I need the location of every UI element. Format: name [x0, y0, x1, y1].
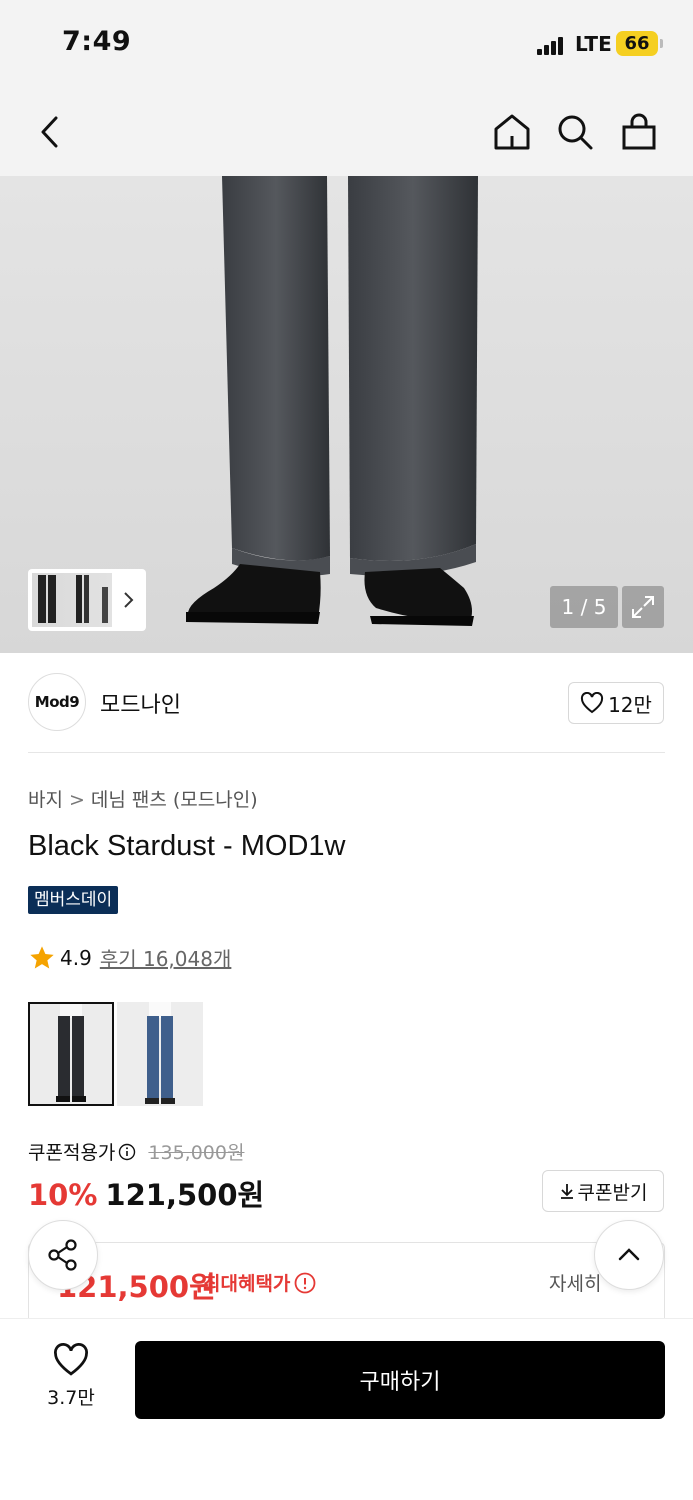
info-icon[interactable]	[294, 1272, 316, 1294]
battery-icon: 66	[616, 31, 663, 56]
chevron-right-icon	[124, 592, 134, 608]
product-title: Black Stardust - MOD1w	[28, 830, 346, 862]
chevron-up-icon	[618, 1248, 640, 1261]
home-icon	[494, 114, 530, 150]
thumbnail-image	[32, 573, 112, 627]
max-benefit-label: 최대혜택가	[203, 1269, 316, 1296]
black-jeans-thumbnail	[30, 1004, 112, 1104]
discount-rate: 10%	[28, 1178, 98, 1212]
brand-name[interactable]: 모드나인	[100, 687, 181, 719]
coupon-price-text: 쿠폰적용가	[28, 1142, 116, 1164]
price-row: 10% 121,500원	[28, 1172, 264, 1214]
breadcrumb-separator-icon: >	[68, 789, 85, 811]
wishlist-button[interactable]: 3.7만	[36, 1343, 106, 1410]
share-button[interactable]	[28, 1220, 98, 1290]
divider	[28, 752, 665, 753]
heart-icon	[54, 1343, 88, 1376]
members-day-badge: 멤버스데이	[28, 886, 119, 914]
blue-jeans-thumbnail	[117, 1002, 203, 1106]
signal-icon	[537, 37, 565, 55]
wishlist-count: 3.7만	[47, 1387, 95, 1409]
get-coupon-button[interactable]: 쿠폰받기	[542, 1170, 664, 1212]
image-counter: 1 / 5	[550, 586, 618, 628]
info-icon[interactable]	[118, 1143, 136, 1161]
bottom-action-bar: 3.7만 구매하기	[0, 1318, 693, 1500]
rating-score: 4.9	[60, 945, 92, 970]
heart-icon	[581, 692, 604, 714]
home-button[interactable]	[488, 108, 536, 156]
breadcrumb: 바지 > 데님 팬츠 (모드나인)	[28, 785, 258, 812]
expand-icon	[632, 596, 654, 618]
search-icon	[558, 115, 593, 150]
network-label: LTE	[575, 32, 612, 56]
shopping-bag-icon	[622, 113, 656, 150]
original-price: 135,000원	[148, 1142, 245, 1164]
brand-logo[interactable]: Mod9	[28, 673, 86, 731]
rating-row: 4.9 후기 16,048개	[28, 943, 231, 972]
breadcrumb-category[interactable]: 바지	[28, 789, 63, 811]
status-bar: 7:49 LTE 66	[0, 0, 693, 88]
breadcrumb-subcategory[interactable]: 데님 팬츠 (모드나인)	[91, 789, 258, 811]
thumbnail-strip[interactable]	[28, 569, 146, 631]
coupon-price-label: 쿠폰적용가 135,000원	[28, 1138, 244, 1165]
product-image[interactable]: 1 / 5	[0, 176, 693, 653]
brand-like-count: 12만	[608, 692, 652, 717]
back-button[interactable]	[26, 108, 74, 156]
max-benefit-text: 최대혜택가	[203, 1273, 291, 1295]
top-nav	[0, 88, 693, 176]
share-icon	[48, 1239, 77, 1271]
brand-like-button[interactable]: 12만	[568, 682, 664, 724]
color-option-black[interactable]	[28, 1002, 114, 1106]
scroll-top-button[interactable]	[594, 1220, 664, 1290]
search-button[interactable]	[551, 108, 599, 156]
cart-button[interactable]	[615, 108, 663, 156]
buy-button[interactable]: 구매하기	[135, 1341, 665, 1419]
review-count-link[interactable]: 후기 16,048개	[100, 943, 232, 972]
status-time: 7:49	[62, 26, 132, 57]
get-coupon-label: 쿠폰받기	[577, 1181, 648, 1204]
color-option-blue[interactable]	[117, 1002, 203, 1106]
max-benefit-box[interactable]: 121,500원 최대혜택가 자세히	[28, 1242, 665, 1322]
star-icon	[30, 945, 54, 968]
chevron-left-icon	[41, 116, 58, 148]
detail-link[interactable]: 자세히	[549, 1269, 601, 1296]
expand-button[interactable]	[622, 586, 664, 628]
download-icon	[560, 1184, 573, 1199]
sale-price: 121,500원	[105, 1178, 265, 1212]
